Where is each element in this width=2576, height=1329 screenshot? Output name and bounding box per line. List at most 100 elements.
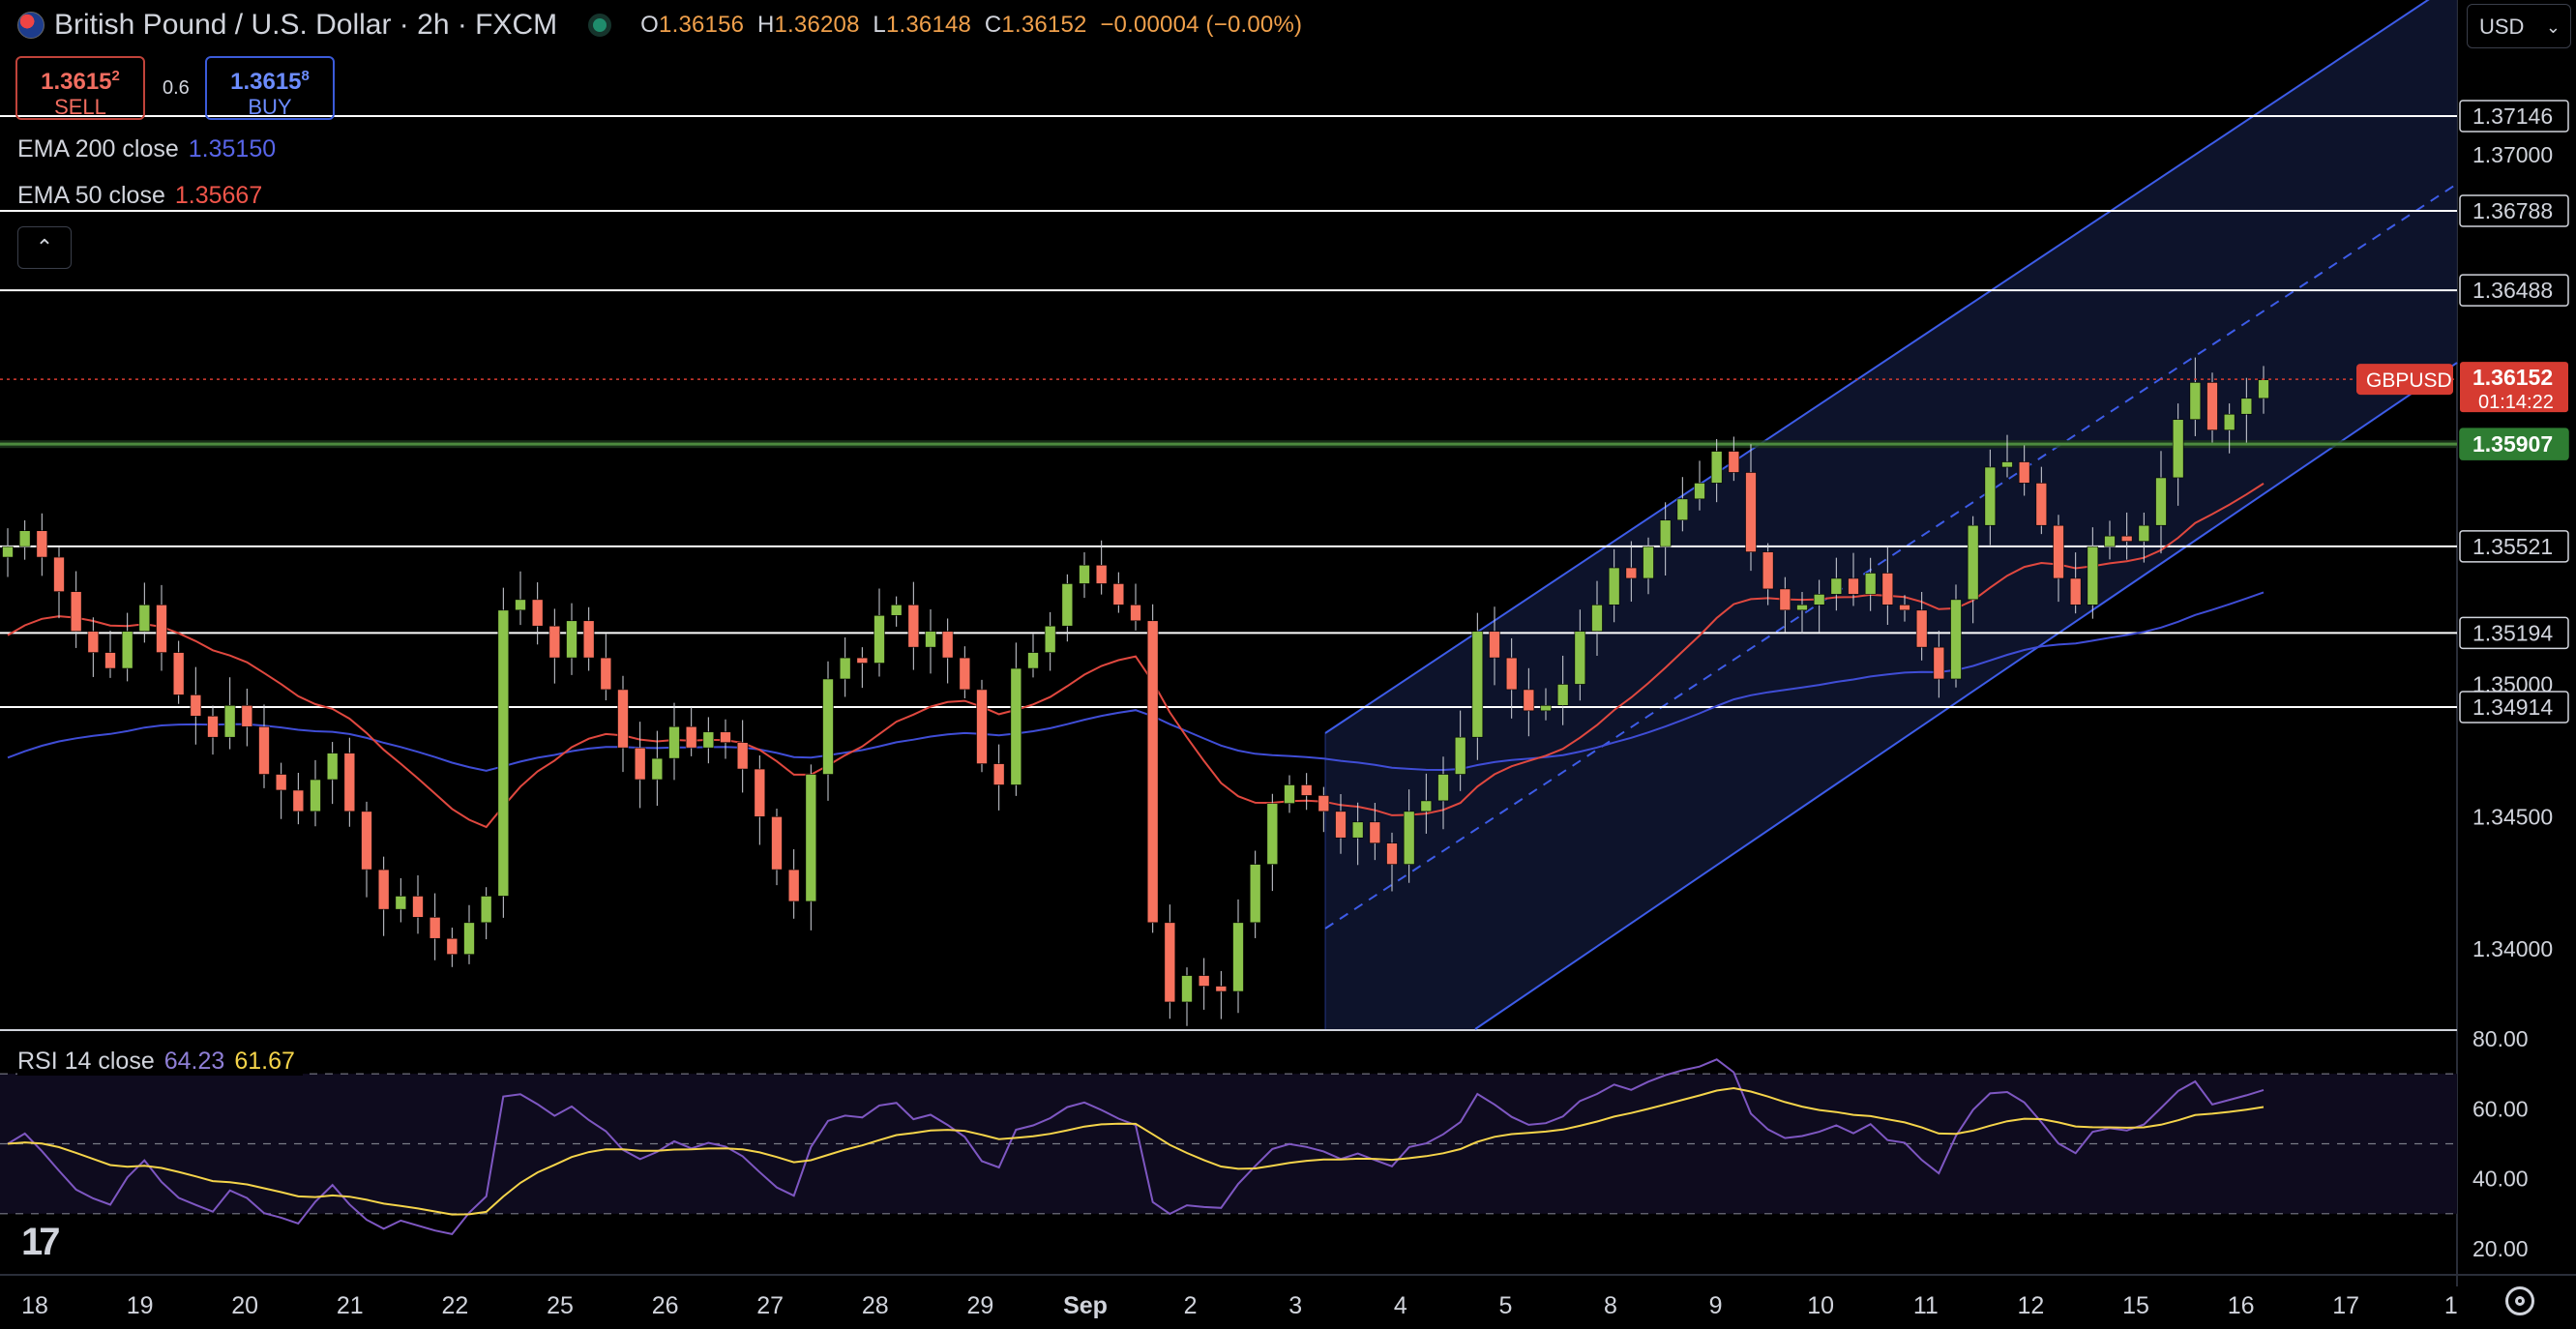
candle[interactable] <box>1249 864 1261 924</box>
candle[interactable] <box>446 937 459 955</box>
candle[interactable] <box>1284 784 1295 804</box>
candle[interactable] <box>343 753 356 812</box>
candle[interactable] <box>1984 466 1997 526</box>
candle[interactable] <box>600 657 612 691</box>
candle[interactable] <box>395 896 407 910</box>
candle[interactable] <box>1215 986 1228 992</box>
candle[interactable] <box>1676 498 1689 521</box>
candle[interactable] <box>412 896 424 918</box>
candle[interactable] <box>87 631 100 653</box>
candle[interactable] <box>2087 546 2099 605</box>
candle[interactable] <box>1369 821 1381 844</box>
candle[interactable] <box>839 657 851 680</box>
candle[interactable] <box>548 625 561 659</box>
candle[interactable] <box>1556 684 1569 706</box>
candle[interactable] <box>1864 573 1877 595</box>
candle[interactable] <box>1403 811 1415 865</box>
candle[interactable] <box>941 631 954 659</box>
rsi-legend[interactable]: RSI 14 close 64.23 61.67 <box>17 1048 303 1076</box>
candle[interactable] <box>190 694 202 717</box>
candle[interactable] <box>2035 483 2048 526</box>
candle[interactable] <box>856 657 869 664</box>
candle[interactable] <box>685 725 697 749</box>
candle[interactable] <box>1625 567 1638 579</box>
candle[interactable] <box>1420 800 1433 812</box>
candle[interactable] <box>1112 583 1125 605</box>
candle[interactable] <box>2018 461 2030 484</box>
candle[interactable] <box>1848 577 1859 595</box>
candle[interactable] <box>1146 620 1159 924</box>
candle[interactable] <box>1335 811 1347 839</box>
candle[interactable] <box>736 742 749 770</box>
candle[interactable] <box>634 747 646 781</box>
candle[interactable] <box>1710 451 1723 484</box>
candle[interactable] <box>787 869 800 902</box>
candle[interactable] <box>651 757 664 781</box>
candle[interactable] <box>241 705 253 727</box>
settings-gear-icon[interactable] <box>2505 1286 2534 1315</box>
candle[interactable] <box>720 731 731 743</box>
candle[interactable] <box>1899 605 1910 611</box>
candle[interactable] <box>1745 472 1757 552</box>
candle[interactable] <box>1779 588 1791 611</box>
candle[interactable] <box>1130 605 1141 622</box>
candle[interactable] <box>668 725 680 759</box>
candle[interactable] <box>258 725 270 775</box>
candle[interactable] <box>1027 652 1039 669</box>
candle[interactable] <box>2001 461 2013 468</box>
candle[interactable] <box>1095 564 1108 584</box>
candle[interactable] <box>1079 564 1090 584</box>
candle[interactable] <box>361 811 372 871</box>
candle[interactable] <box>566 620 577 659</box>
candle[interactable] <box>822 678 834 775</box>
candle[interactable] <box>2 546 14 558</box>
candle[interactable] <box>515 599 526 611</box>
candle[interactable] <box>2069 577 2082 605</box>
currency-selector[interactable]: USD ⌄ <box>2467 4 2571 48</box>
candle[interactable] <box>2155 477 2167 526</box>
candle[interactable] <box>18 530 31 547</box>
candle[interactable] <box>172 652 185 695</box>
candle[interactable] <box>1950 599 1962 680</box>
candle[interactable] <box>70 591 82 633</box>
ema50-legend[interactable]: EMA 50 close 1.35667 <box>17 182 271 210</box>
symbol-title[interactable]: British Pound / U.S. Dollar · 2h · FXCM <box>54 9 557 42</box>
ema200-legend[interactable]: EMA 200 close 1.35150 <box>17 135 284 163</box>
candle[interactable] <box>2258 379 2269 399</box>
candle[interactable] <box>1523 689 1535 712</box>
candle[interactable] <box>2172 419 2184 479</box>
candle[interactable] <box>377 869 390 910</box>
candle[interactable] <box>36 530 48 558</box>
candle[interactable] <box>1454 736 1466 775</box>
candle[interactable] <box>463 922 475 955</box>
candle[interactable] <box>1044 625 1056 653</box>
candle[interactable] <box>1181 975 1193 1003</box>
candle[interactable] <box>1591 605 1603 633</box>
candle[interactable] <box>1489 631 1500 659</box>
candle[interactable] <box>1540 705 1552 712</box>
candle[interactable] <box>207 716 219 738</box>
candle[interactable] <box>1386 842 1398 865</box>
candle[interactable] <box>2104 535 2116 547</box>
candle[interactable] <box>1762 551 1774 590</box>
candle[interactable] <box>1574 631 1586 685</box>
candle[interactable] <box>702 731 715 749</box>
candle[interactable] <box>53 556 65 592</box>
candle[interactable] <box>1694 483 1705 500</box>
candle[interactable] <box>1967 524 1979 601</box>
candle[interactable] <box>959 657 971 691</box>
candle[interactable] <box>2206 382 2218 430</box>
sell-button[interactable]: 1.36152 SELL <box>15 56 145 120</box>
candle[interactable] <box>925 631 936 648</box>
candle[interactable] <box>771 816 783 871</box>
candle[interactable] <box>138 605 151 633</box>
collapse-legend-button[interactable]: ⌃ <box>17 226 72 269</box>
candle[interactable] <box>2138 524 2150 542</box>
candle[interactable] <box>531 599 544 627</box>
candle[interactable] <box>1164 922 1176 1003</box>
candle[interactable] <box>1437 774 1449 802</box>
candle[interactable] <box>1318 795 1330 812</box>
candle[interactable] <box>1198 975 1210 987</box>
candle[interactable] <box>1728 451 1740 473</box>
candle[interactable] <box>1010 667 1022 785</box>
